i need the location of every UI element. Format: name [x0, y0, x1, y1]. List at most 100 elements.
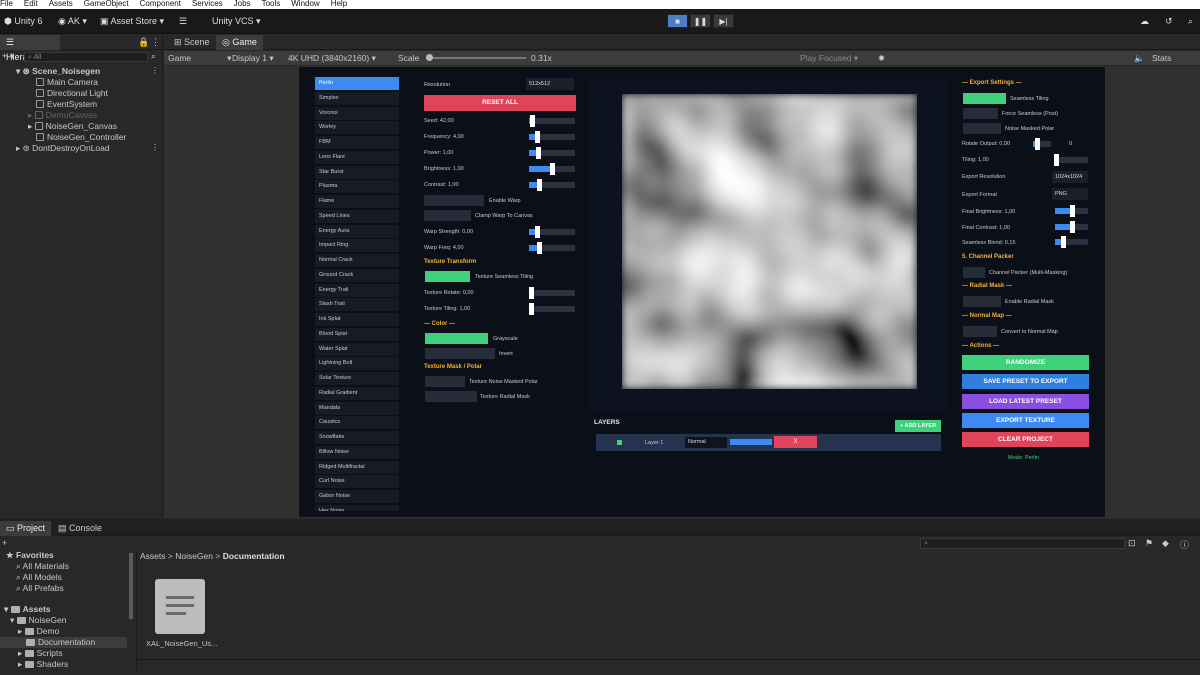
more-icon[interactable]: ⋮: [151, 35, 160, 50]
tag-icon[interactable]: ◆: [1162, 538, 1169, 549]
stats-button[interactable]: Stats: [1152, 51, 1171, 65]
force-seamless-toggle[interactable]: [963, 108, 998, 119]
texture-rotate-slider-handle[interactable]: [529, 287, 534, 299]
asset-store-button[interactable]: ▣ Asset Store ▾: [100, 14, 164, 29]
cloud-icon[interactable]: ☁: [1140, 14, 1149, 29]
folder-shaders[interactable]: ▸ Shaders: [18, 659, 68, 670]
frequency-slider-handle[interactable]: [535, 131, 541, 143]
tree-scrollbar[interactable]: [129, 553, 133, 619]
contrast-slider[interactable]: [529, 179, 575, 191]
menu-help[interactable]: Help: [331, 0, 347, 8]
hierarchy-item-scene[interactable]: ▾ ⊛ Scene_Noisegen: [16, 66, 100, 77]
menu-edit[interactable]: Edit: [24, 0, 38, 8]
final-contrast-slider-handle[interactable]: [1069, 221, 1075, 233]
menu-services[interactable]: Services: [192, 0, 223, 8]
blend-mode-field[interactable]: Normal: [685, 437, 727, 448]
tab-hierarchy[interactable]: ☰ Hierarchy: [0, 35, 60, 62]
noise-type-item[interactable]: Speed Lines: [315, 209, 399, 223]
noise-type-item[interactable]: Snowflake: [315, 431, 399, 444]
menu-file[interactable]: File: [0, 0, 13, 8]
game-mode-dropdown[interactable]: Game ▾: [168, 51, 231, 65]
fav-all-materials[interactable]: ⌕ All Materials: [16, 561, 69, 572]
seamless-tiling-toggle[interactable]: [963, 93, 1006, 104]
load-preset-button[interactable]: LOAD LATEST PRESET: [962, 394, 1089, 409]
unity-version-button[interactable]: ⬢ Unity 6: [4, 14, 42, 29]
noise-masked-polar-toggle[interactable]: [963, 123, 1001, 134]
hierarchy-item-noisegen-canvas[interactable]: ▸ NoiseGen_Canvas: [28, 121, 117, 132]
brightness-slider[interactable]: [529, 163, 575, 175]
hierarchy-search-input[interactable]: ⌕ All: [24, 52, 148, 62]
noise-type-item[interactable]: Ridged Multifractal: [315, 460, 399, 474]
noise-type-item[interactable]: Perlin: [315, 77, 399, 90]
scale-slider[interactable]: [426, 54, 526, 61]
layer-visibility-toggle[interactable]: [617, 440, 622, 445]
favorites-header[interactable]: ★ Favorites: [6, 550, 54, 561]
noise-type-item[interactable]: Gabor Noise: [315, 490, 399, 503]
hierarchy-item-main-camera[interactable]: Main Camera: [36, 77, 98, 88]
final-brightness-slider[interactable]: [1055, 205, 1088, 217]
noise-type-item[interactable]: Curl Noise: [315, 475, 399, 489]
noise-type-item[interactable]: Ground Crack: [315, 268, 399, 282]
seed-slider-handle[interactable]: [529, 115, 535, 127]
folder-documentation[interactable]: Documentation: [26, 637, 95, 648]
noise-type-item[interactable]: Solar Texture: [315, 372, 399, 385]
delete-layer-button[interactable]: X: [774, 436, 817, 448]
final-brightness-slider-handle[interactable]: [1069, 205, 1075, 217]
power-slider[interactable]: [529, 147, 575, 159]
texture-tiling-slider-handle[interactable]: [529, 303, 534, 315]
hierarchy-item-noisegen-controller[interactable]: NoiseGen_Controller: [36, 132, 126, 143]
texture-rotate-slider[interactable]: [529, 287, 575, 299]
noise-type-item[interactable]: Energy Trail: [315, 283, 399, 297]
export-resolution-field[interactable]: 1024x1024: [1052, 171, 1088, 183]
export-format-field[interactable]: PNG: [1052, 188, 1088, 200]
menu-window[interactable]: Window: [291, 0, 319, 8]
grayscale-toggle[interactable]: [425, 333, 488, 344]
file-name[interactable]: XAL_NoiseGen_Us...: [146, 638, 217, 649]
noise-type-item[interactable]: Hex Noise: [315, 504, 399, 511]
noise-type-item[interactable]: Normal Crack: [315, 254, 399, 267]
scale-slider-knob[interactable]: [426, 54, 433, 61]
search-filter-icon[interactable]: ⌕: [151, 51, 156, 62]
tab-project[interactable]: ▭ Project: [0, 521, 52, 536]
breadcrumb-assets[interactable]: Assets: [140, 551, 166, 561]
noise-type-item[interactable]: Lens Flare: [315, 150, 399, 164]
menu-assets[interactable]: Assets: [49, 0, 73, 8]
filter-label-icon[interactable]: ⚑: [1145, 538, 1153, 549]
vcs-button[interactable]: Unity VCS ▾: [212, 14, 261, 29]
brightness-slider-handle[interactable]: [550, 163, 555, 175]
noise-type-item[interactable]: Radial Gradient: [315, 386, 399, 400]
seamless-blend-slider-handle[interactable]: [1061, 236, 1067, 248]
document-icon[interactable]: [155, 579, 205, 634]
noise-type-item[interactable]: Impact Ring: [315, 239, 399, 253]
texture-tiling-slider[interactable]: [529, 303, 575, 315]
seed-slider[interactable]: [529, 115, 575, 127]
resolution-dropdown-field[interactable]: 512x512: [526, 78, 574, 90]
noise-type-item[interactable]: Star Burst: [315, 165, 399, 179]
hierarchy-item-directional-light[interactable]: Directional Light: [36, 88, 108, 99]
noise-type-item[interactable]: Energy Aura: [315, 224, 399, 238]
search-icon[interactable]: ⌕: [1188, 14, 1193, 29]
enable-warp-toggle[interactable]: [424, 195, 484, 206]
noise-type-item[interactable]: Lightning Bolt: [315, 357, 399, 371]
noise-type-item[interactable]: Simplex: [315, 91, 399, 105]
noise-type-item[interactable]: Water Splat: [315, 342, 399, 356]
noise-type-item[interactable]: Flame: [315, 195, 399, 208]
add-icon[interactable]: + ▾: [2, 51, 14, 62]
clear-project-button[interactable]: CLEAR PROJECT: [962, 432, 1089, 447]
mask-polar-toggle[interactable]: [425, 376, 465, 387]
layer-row[interactable]: Layer 1 Normal X: [596, 434, 941, 451]
noise-type-item[interactable]: Worley: [315, 121, 399, 135]
folder-scripts[interactable]: ▸ Scripts: [18, 648, 63, 659]
folder-demo[interactable]: ▸ Demo: [18, 626, 59, 637]
account-button[interactable]: ◉ AK ▾: [58, 14, 87, 29]
menu-tools[interactable]: Tools: [262, 0, 281, 8]
menu-gameobject[interactable]: GameObject: [84, 0, 129, 8]
channel-packer-toggle[interactable]: [963, 267, 985, 278]
noise-type-item[interactable]: Ink Splat: [315, 313, 399, 326]
reset-all-button[interactable]: RESET ALL: [424, 95, 576, 111]
layer-opacity-slider[interactable]: [730, 439, 772, 445]
warp-freq-slider[interactable]: [529, 242, 575, 254]
add-asset-icon[interactable]: +: [2, 538, 7, 548]
warp-strength-slider[interactable]: [529, 226, 575, 238]
contrast-slider-handle[interactable]: [537, 179, 543, 191]
